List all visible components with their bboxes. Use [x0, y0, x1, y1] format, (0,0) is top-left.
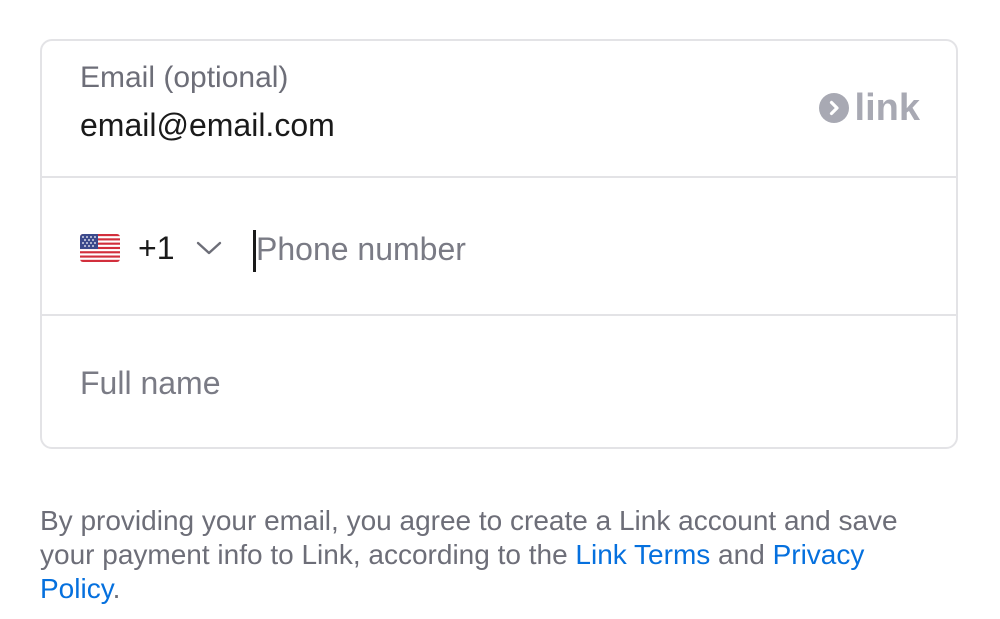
full-name-field[interactable] — [42, 316, 956, 447]
full-name-input[interactable] — [80, 363, 880, 403]
link-logo: link — [818, 87, 920, 129]
chevron-down-icon — [197, 241, 222, 255]
phone-number-input[interactable] — [256, 229, 856, 269]
dial-code: +1 — [138, 229, 175, 266]
link-terms-link[interactable]: Link Terms — [575, 539, 710, 570]
consent-text-and: and — [710, 539, 773, 570]
consent-text-after: . — [112, 573, 121, 604]
phone-field[interactable]: +1 — [42, 178, 956, 316]
link-logo-text: link — [854, 87, 920, 129]
email-field[interactable]: Email (optional) link — [42, 41, 956, 178]
chevron-right-icon — [818, 93, 849, 123]
us-flag-icon — [80, 234, 120, 262]
consent-text: By providing your email, you agree to cr… — [40, 504, 940, 606]
email-input[interactable] — [80, 107, 680, 143]
country-code-select[interactable]: +1 — [80, 228, 222, 268]
email-label: Email (optional) — [80, 61, 289, 94]
contact-form-card: Email (optional) link — [40, 39, 958, 449]
